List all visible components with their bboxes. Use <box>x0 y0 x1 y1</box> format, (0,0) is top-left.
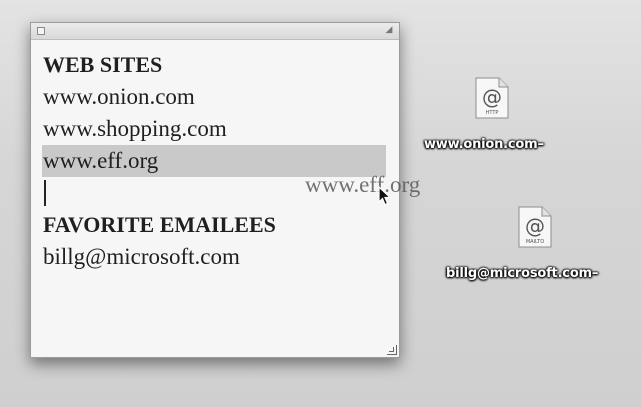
window-title-bar[interactable]: ◢ <box>31 23 399 40</box>
mailto-clipping-label[interactable]: billg@microsoft.com– <box>446 266 598 281</box>
note-text-area[interactable]: WEB SITES www.onion.com www.shopping.com… <box>42 49 387 273</box>
site-line-onion[interactable]: www.onion.com <box>43 81 387 113</box>
email-line-billg[interactable]: billg@microsoft.com <box>43 241 387 273</box>
svg-text:HTTP: HTTP <box>486 110 499 116</box>
drag-ghost-text: www.eff.org <box>305 172 421 197</box>
resize-grip-icon[interactable] <box>387 345 397 355</box>
desktop: ◢ WEB SITES www.onion.com www.shopping.c… <box>0 0 641 407</box>
svg-text:@: @ <box>525 214 545 238</box>
site-line-shopping[interactable]: www.shopping.com <box>43 113 387 145</box>
close-box-icon[interactable] <box>37 27 45 35</box>
http-clipping-label[interactable]: www.onion.com– <box>424 137 544 152</box>
http-clipping-icon[interactable]: @ HTTP <box>475 77 509 119</box>
collapse-icon[interactable]: ◢ <box>384 25 394 35</box>
web-sites-heading: WEB SITES <box>43 52 163 77</box>
mouse-pointer-icon <box>378 186 392 206</box>
favorite-emailees-heading: FAVORITE EMAILEES <box>43 212 276 237</box>
svg-text:@: @ <box>482 85 502 109</box>
mailto-clipping-icon[interactable]: @ MAILTO <box>518 206 552 248</box>
text-insertion-caret <box>44 180 46 206</box>
svg-text:MAILTO: MAILTO <box>526 239 544 245</box>
